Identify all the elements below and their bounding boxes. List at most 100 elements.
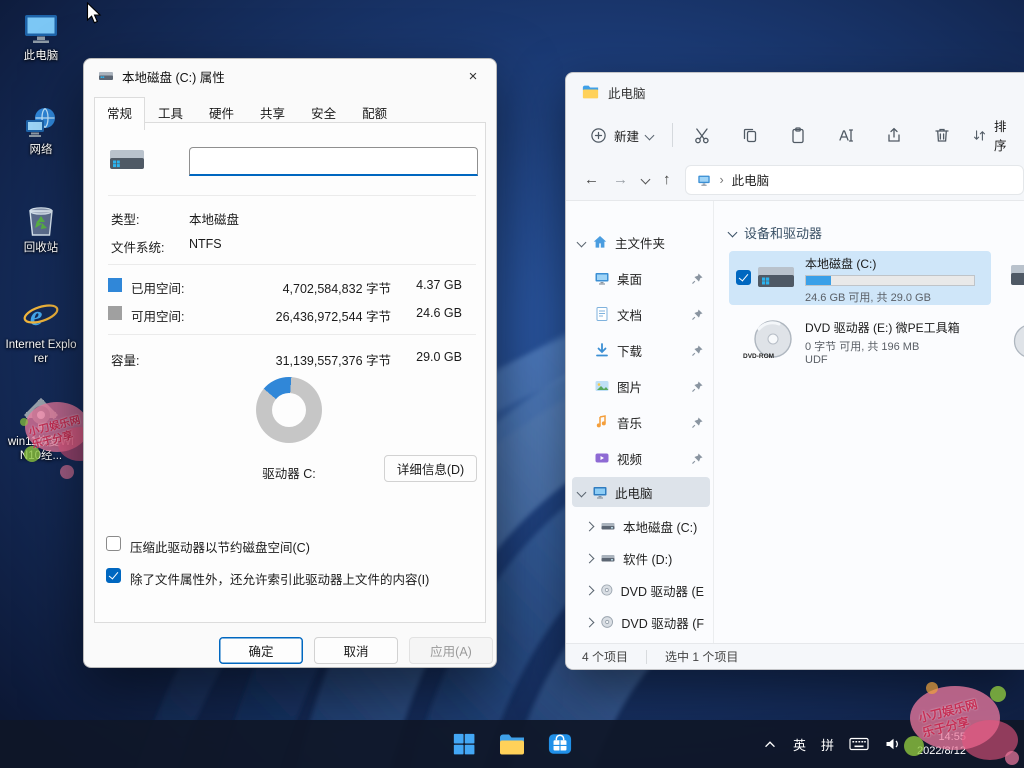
desktop-icon-label: 网络 [30, 143, 53, 157]
drive-info: 0 字节 可用, 共 196 MB [805, 338, 919, 354]
index-checkbox[interactable] [106, 568, 121, 583]
navigation-pane: 主文件夹 桌面 文档 下载 [566, 201, 714, 643]
sidebar-item-home[interactable]: 主文件夹 [572, 227, 710, 257]
rename-button[interactable] [826, 118, 866, 152]
dialog-titlebar[interactable]: 本地磁盘 (C:) 属性 [84, 59, 496, 93]
forward-icon[interactable]: → [613, 171, 628, 188]
sidebar-item-this-pc[interactable]: 此电脑 [572, 477, 710, 507]
details-button[interactable]: 详细信息(D) [384, 455, 477, 482]
sidebar-item-pictures[interactable]: 图片 [572, 371, 710, 401]
new-button-label: 新建 [614, 126, 639, 145]
tab-tools[interactable]: 工具 [145, 97, 196, 130]
tab-hardware[interactable]: 硬件 [196, 97, 247, 130]
tab-general[interactable]: 常规 [94, 97, 145, 130]
capacity-donut [256, 377, 322, 443]
chevron-down-icon [728, 228, 738, 238]
up-icon[interactable]: ↑ [663, 171, 671, 188]
window-title: 此电脑 [608, 83, 646, 102]
pin-icon [691, 452, 704, 465]
selection-checkbox[interactable] [736, 270, 751, 285]
start-button[interactable] [444, 724, 484, 764]
desktop-icon-this-pc[interactable]: 此电脑 [3, 12, 79, 63]
chevron-right-icon [585, 553, 595, 563]
apply-button[interactable]: 应用(A) [409, 637, 493, 664]
sidebar-item-dvd-e[interactable]: DVD 驱动器 (E [572, 575, 710, 605]
hard-drive-icon [756, 259, 796, 297]
tab-sharing[interactable]: 共享 [247, 97, 298, 130]
taskbar: 英 拼 14:55 2022/8/12 [0, 720, 1024, 768]
cut-button[interactable] [682, 118, 722, 152]
breadcrumb-root[interactable]: 此电脑 [732, 170, 770, 189]
drive-tile-dvd-e[interactable]: DVD-ROM DVD 驱动器 (E:) 微PE工具箱 0 字节 可用, 共 1… [729, 313, 991, 371]
desktop-icon-recycle-bin[interactable]: 回收站 [3, 202, 79, 255]
clock[interactable]: 14:55 2022/8/12 [917, 730, 966, 758]
separator [108, 264, 476, 265]
free-space-label: 可用空间: [131, 306, 184, 325]
taskbar-file-explorer[interactable] [492, 724, 532, 764]
recent-locations-icon[interactable] [641, 175, 651, 185]
explorer-titlebar[interactable]: 此电脑 [566, 73, 1024, 111]
taskbar-store-app[interactable] [540, 724, 580, 764]
section-devices-and-drives[interactable]: 设备和驱动器 [729, 223, 822, 242]
sidebar-item-desktop[interactable]: 桌面 [572, 263, 710, 293]
touch-keyboard-icon[interactable] [849, 736, 869, 752]
sidebar-item-downloads[interactable]: 下载 [572, 335, 710, 365]
share-button[interactable] [874, 118, 914, 152]
sidebar-item-dvd-f[interactable]: DVD 驱动器 (F [572, 607, 710, 637]
disc-icon [600, 582, 614, 598]
language-indicator[interactable]: 英 [793, 735, 806, 754]
compress-checkbox-label: 压缩此驱动器以节约磁盘空间(C) [130, 537, 310, 556]
filesystem-value: NTFS [189, 237, 222, 251]
delete-button[interactable] [922, 118, 962, 152]
address-bar: ← → ↑ › 此电脑 [566, 159, 1024, 201]
status-divider [646, 650, 647, 664]
desktop-icon-win11-restore[interactable]: win11恢复WIN10经... [3, 398, 79, 463]
desktop-icon-network[interactable]: 网络 [3, 106, 79, 157]
separator [108, 195, 476, 196]
cancel-button[interactable]: 取消 [314, 637, 398, 664]
tab-security[interactable]: 安全 [298, 97, 349, 130]
desktop-icon-label: Internet Explorer [5, 338, 77, 366]
volume-label-input[interactable] [189, 147, 478, 176]
sort-button[interactable]: 排序 [964, 118, 1024, 152]
volume-icon[interactable] [884, 736, 902, 752]
pin-icon [691, 380, 704, 393]
close-button[interactable]: × [450, 59, 496, 93]
ok-button[interactable]: 确定 [219, 637, 303, 664]
drive-tile-local-disk-c[interactable]: 本地磁盘 (C:) 24.6 GB 可用, 共 29.0 GB [729, 251, 991, 305]
sidebar-item-documents[interactable]: 文档 [572, 299, 710, 329]
folder-icon [499, 733, 525, 756]
sidebar-item-local-disk-c[interactable]: 本地磁盘 (C:) [572, 511, 710, 541]
drive-icon [600, 550, 616, 566]
sidebar-item-music[interactable]: 音乐 [572, 407, 710, 437]
breadcrumb[interactable]: › 此电脑 [685, 165, 1024, 195]
sidebar-item-drive-d[interactable]: 软件 (D:) [572, 543, 710, 573]
recycle-bin-icon [24, 202, 58, 238]
usage-bar [805, 275, 975, 286]
pin-icon [691, 416, 704, 429]
ime-indicator[interactable]: 拼 [821, 735, 834, 754]
sidebar-item-label: 软件 (D:) [623, 549, 672, 568]
drive-name: DVD 驱动器 (E:) 微PE工具箱 [805, 319, 960, 336]
desktop: 此电脑 网络 回收站 e Internet Explorer [0, 0, 1024, 768]
copy-button[interactable] [730, 118, 770, 152]
pin-icon [691, 344, 704, 357]
status-bar: 4 个项目 选中 1 个项目 [566, 643, 1024, 669]
pin-icon [691, 308, 704, 321]
back-icon[interactable]: ← [584, 171, 599, 188]
compress-checkbox[interactable] [106, 536, 121, 551]
sidebar-item-videos[interactable]: 视频 [572, 443, 710, 473]
windows-logo-icon [452, 732, 476, 756]
capacity-bytes: 31,139,557,376 字节 [189, 350, 391, 369]
capacity-label: 容量: [111, 350, 139, 369]
desktop-icon-internet-explorer[interactable]: e Internet Explorer [3, 297, 79, 366]
free-space-bytes: 26,436,972,544 字节 [189, 306, 391, 325]
hard-drive-icon [108, 145, 146, 177]
free-space-swatch [108, 306, 122, 320]
tab-quota[interactable]: 配额 [349, 97, 400, 130]
new-button[interactable]: 新建 [580, 118, 663, 152]
used-space-size: 4.37 GB [400, 278, 462, 292]
paste-button[interactable] [778, 118, 818, 152]
desktop-icon-label: 回收站 [24, 241, 59, 255]
hidden-icons-chevron-icon[interactable] [762, 737, 778, 751]
